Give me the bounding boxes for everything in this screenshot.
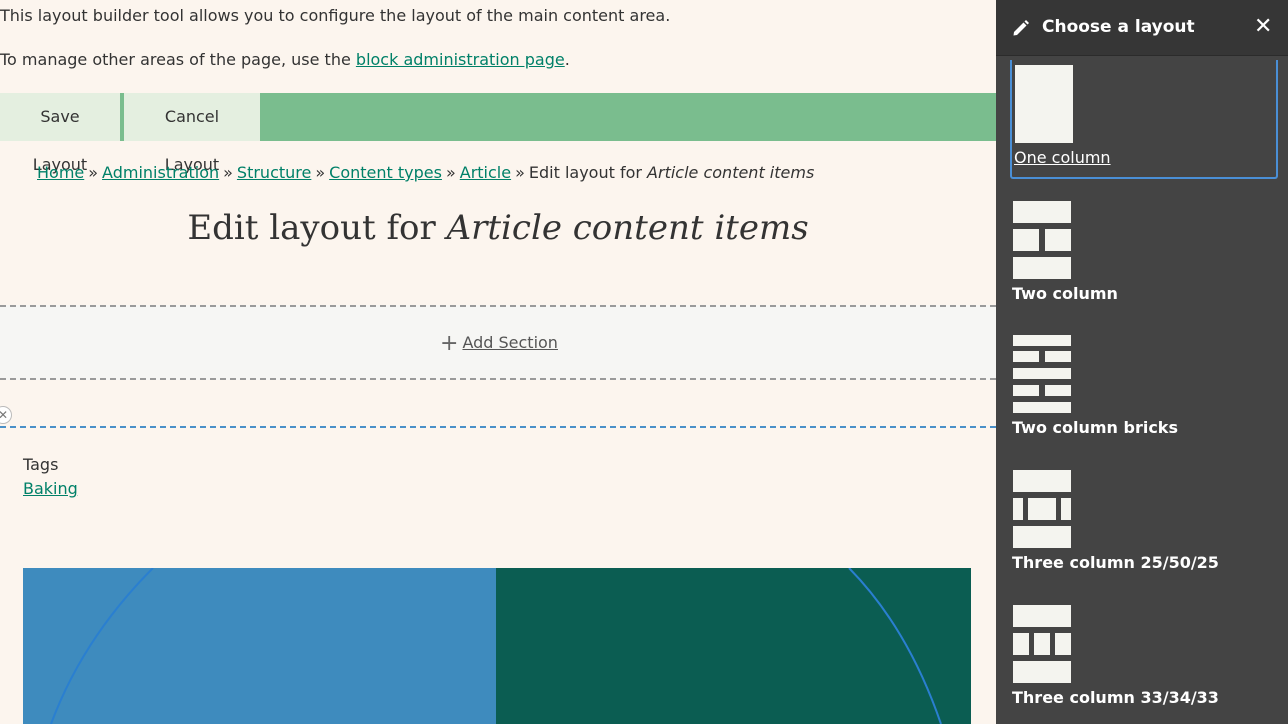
layout-one-column-icon bbox=[1015, 65, 1073, 143]
breadcrumb-separator: » bbox=[88, 163, 99, 182]
breadcrumb-home[interactable]: Home bbox=[37, 163, 84, 182]
pencil-icon bbox=[1013, 20, 1029, 36]
layout-option-label: Two column bricks bbox=[1012, 418, 1178, 437]
breadcrumb-current-prefix: Edit layout for bbox=[528, 163, 648, 182]
block-admin-link[interactable]: block administration page bbox=[356, 50, 565, 69]
layout-option-three-column-33-34-33[interactable]: Three column 33/34/33 bbox=[1012, 604, 1276, 707]
layout-option-label: Two column bbox=[1012, 284, 1118, 303]
layout-two-column-bricks-icon bbox=[1013, 335, 1071, 413]
intro-text: This layout builder tool allows you to c… bbox=[0, 6, 671, 25]
add-section-region: + Add Section bbox=[0, 305, 996, 380]
breadcrumb-separator: » bbox=[315, 163, 326, 182]
breadcrumb-content-types[interactable]: Content types bbox=[329, 163, 442, 182]
breadcrumb-separator: » bbox=[515, 163, 525, 182]
layout-option-label: Three column 33/34/33 bbox=[1012, 688, 1219, 707]
breadcrumb-article[interactable]: Article bbox=[460, 163, 511, 182]
breadcrumb-structure[interactable]: Structure bbox=[237, 163, 311, 182]
layout-option-two-column[interactable]: Two column bbox=[1012, 200, 1276, 303]
close-icon[interactable]: ✕ bbox=[1254, 14, 1272, 39]
breadcrumb-separator: » bbox=[445, 163, 456, 182]
layout-option-one-column[interactable]: One column bbox=[1010, 60, 1278, 179]
tags-field-label: Tags bbox=[23, 455, 59, 474]
intro-manage-prefix: To manage other areas of the page, use t… bbox=[0, 50, 356, 69]
page-title-em: Article content items bbox=[446, 208, 809, 248]
add-section-label: Add Section bbox=[462, 333, 558, 352]
intro-manage-suffix: . bbox=[564, 50, 570, 69]
hero-arc-decoration bbox=[50, 568, 942, 724]
remove-section-icon[interactable]: ✕ bbox=[0, 406, 12, 424]
cancel-layout-button[interactable]: Cancel Layout bbox=[124, 93, 260, 174]
plus-icon: + bbox=[440, 331, 459, 356]
layout-option-label: Three column 25/50/25 bbox=[1012, 553, 1219, 572]
layout-option-two-column-bricks[interactable]: Two column bricks bbox=[1012, 334, 1276, 437]
layout-three-column-25-50-25-icon bbox=[1013, 470, 1071, 548]
layout-two-column-icon bbox=[1013, 201, 1071, 279]
save-layout-button[interactable]: Save Layout bbox=[0, 93, 120, 174]
add-section-link[interactable]: + Add Section bbox=[440, 331, 558, 356]
breadcrumb-current-em: Article content items bbox=[647, 163, 815, 182]
panel-title: Choose a layout bbox=[1042, 17, 1195, 37]
hero-image bbox=[23, 568, 971, 724]
breadcrumb-administration[interactable]: Administration bbox=[102, 163, 219, 182]
layout-option-three-column-25-50-25[interactable]: Three column 25/50/25 bbox=[1012, 469, 1276, 572]
intro-manage-text: To manage other areas of the page, use t… bbox=[0, 50, 570, 69]
layout-action-bar: Save Layout Cancel Layout bbox=[0, 93, 996, 174]
layout-three-column-33-34-33-icon bbox=[1013, 605, 1071, 683]
page-title-prefix: Edit layout for bbox=[187, 208, 447, 248]
section-divider bbox=[0, 426, 996, 428]
main-content: This layout builder tool allows you to c… bbox=[0, 0, 996, 724]
choose-layout-panel: Choose a layout ✕ One column Two column … bbox=[996, 0, 1288, 724]
panel-header: Choose a layout ✕ bbox=[996, 0, 1288, 56]
breadcrumb-separator: » bbox=[223, 163, 233, 182]
page-title: Edit layout for Article content items bbox=[0, 208, 996, 248]
breadcrumb: Home» Administration» Structure» Content ty… bbox=[37, 163, 814, 182]
tags-field-value[interactable]: Baking bbox=[23, 479, 78, 498]
layout-option-label: One column bbox=[1014, 148, 1111, 167]
